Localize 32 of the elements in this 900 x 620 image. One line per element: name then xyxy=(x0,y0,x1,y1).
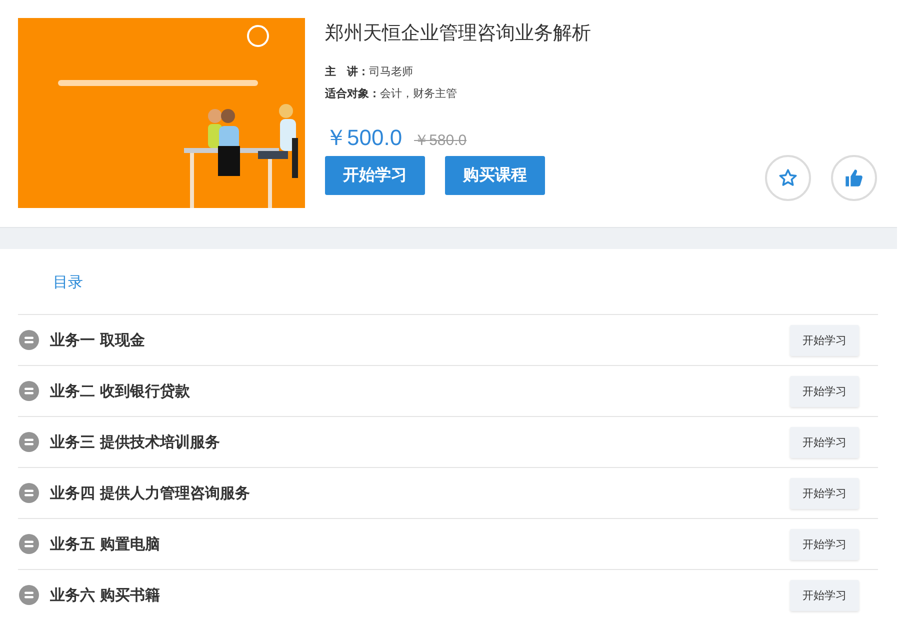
start-learning-button[interactable]: 开始学习 xyxy=(790,528,859,560)
lesson-title[interactable]: 业务六 购买书籍 xyxy=(50,586,790,604)
start-learning-button[interactable]: 开始学习 xyxy=(325,156,425,195)
lesson-icon xyxy=(19,381,39,401)
star-icon xyxy=(778,168,798,188)
lesson-icon xyxy=(19,483,39,503)
price: ￥500.0 xyxy=(325,124,402,152)
lesson-title[interactable]: 业务二 收到银行贷款 xyxy=(50,382,790,400)
start-learning-button[interactable]: 开始学习 xyxy=(790,478,859,508)
lesson-title[interactable]: 业务三 提供技术培训服务 xyxy=(50,432,790,452)
lesson-icon xyxy=(19,432,39,452)
original-price: ￥580.0 xyxy=(414,131,467,150)
start-learning-button[interactable]: 开始学习 xyxy=(790,580,859,610)
lesson-title[interactable]: 业务一 取现金 xyxy=(50,330,790,350)
meta-value: 司马老师 xyxy=(369,65,413,78)
start-learning-button[interactable]: 开始学习 xyxy=(790,376,859,406)
course-title: 郑州天恒企业管理咨询业务解析 xyxy=(325,21,592,46)
meta-value: 会计，财务主管 xyxy=(380,87,457,100)
like-button[interactable] xyxy=(831,155,877,201)
lesson-title[interactable]: 业务四 提供人力管理咨询服务 xyxy=(50,484,790,502)
lesson-title[interactable]: 业务五 购置电脑 xyxy=(50,534,790,554)
thumbs-up-icon xyxy=(844,168,864,188)
lesson-icon xyxy=(19,330,39,350)
meta-label: 主 讲： xyxy=(325,65,369,78)
buy-course-button[interactable]: 购买课程 xyxy=(445,156,545,195)
catalog-tab[interactable]: 目录 xyxy=(53,271,83,292)
start-learning-button[interactable]: 开始学习 xyxy=(790,426,859,458)
start-learning-button[interactable]: 开始学习 xyxy=(790,324,859,356)
lesson-icon xyxy=(19,534,39,554)
meta-label: 适合对象： xyxy=(325,87,380,100)
favorite-button[interactable] xyxy=(765,155,811,201)
lesson-icon xyxy=(19,585,39,605)
